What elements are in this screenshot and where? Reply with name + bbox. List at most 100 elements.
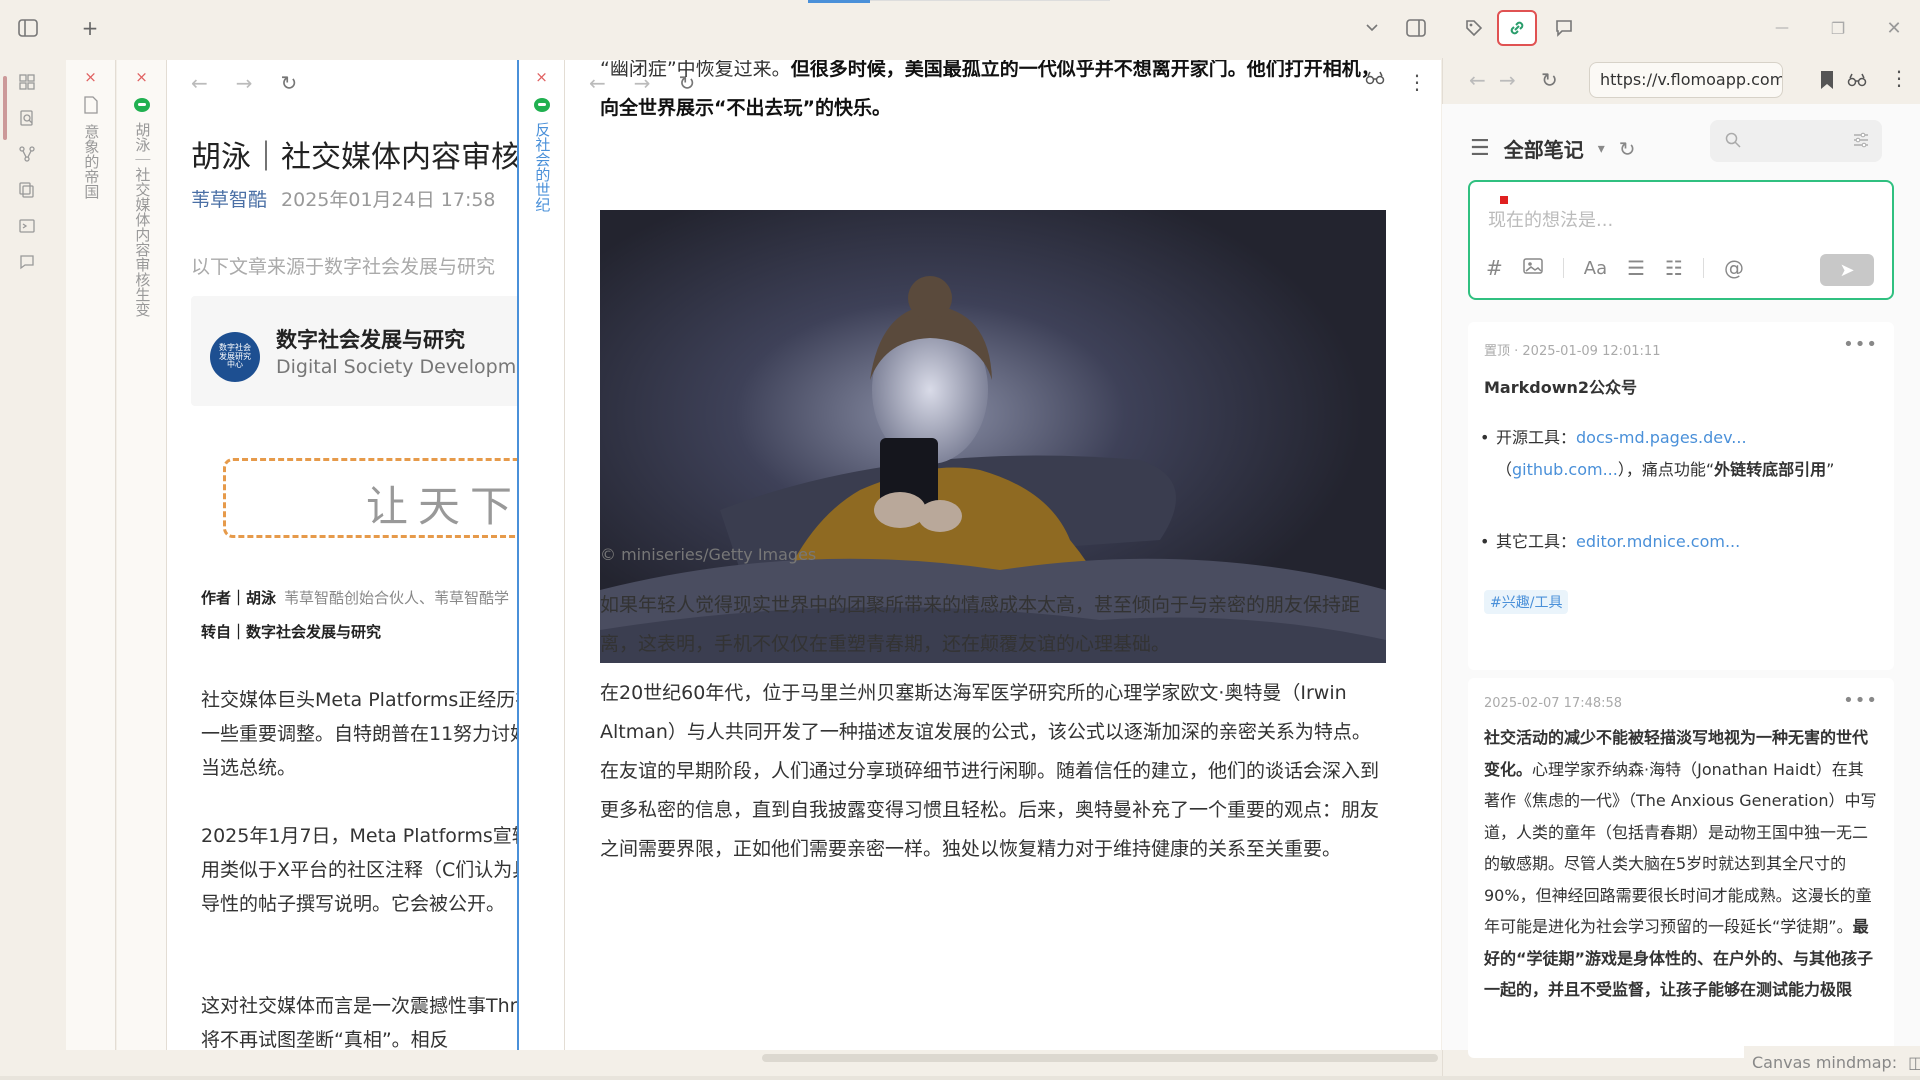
sidebar-toggle-icon[interactable] (14, 16, 42, 40)
mention-icon[interactable]: @ (1724, 256, 1744, 280)
horizontal-scrollbar[interactable] (762, 1054, 1438, 1062)
memo-text: 开源工具： (1496, 428, 1577, 447)
close-window-button[interactable]: ✕ (1882, 14, 1906, 42)
reader-mode-icon[interactable] (1847, 72, 1867, 92)
file-icon (83, 96, 99, 118)
article-pane-2: ← → ↻ ⋮ “幽闭症”中恢复过来。但很多时候，美国最孤立的一代似乎并不想离开… (565, 60, 1441, 1050)
chat-icon[interactable] (17, 252, 37, 272)
mindmap-icon: ◫ (1908, 1053, 1920, 1072)
memo-link[interactable]: editor.mdnice.com... (1576, 532, 1740, 551)
credit-author-role: 作者｜胡泳 (201, 589, 277, 607)
article-paragraph: 2025年1月7日，Meta Platforms宣转而采用类似于X平台的社区注释… (201, 825, 517, 915)
article-paragraph: 这对社交媒体而言是一次震撼性事Threads将不再试图垄断“真相”。相反 (201, 995, 517, 1050)
close-pane-button[interactable]: × (117, 68, 166, 86)
toolbar-divider (1562, 258, 1564, 278)
close-pane-button[interactable]: × (66, 68, 115, 86)
memo-text: 其它工具： (1496, 532, 1577, 551)
article-title: 胡泳｜社交媒体内容审核生 (191, 140, 517, 175)
forward-arrow-icon[interactable]: → (1499, 68, 1516, 92)
memo-editor-placeholder[interactable]: 现在的想法是... (1488, 206, 1613, 232)
banner-text: 让天下 (366, 482, 517, 531)
url-field[interactable]: https://v.flomoapp.com (1589, 62, 1783, 98)
image-icon[interactable] (1523, 256, 1543, 280)
canvas-mindmap-status[interactable]: Canvas mindmap: ◫ (1744, 1046, 1920, 1080)
flomo-panel: ☰ 全部笔记 ▾ ↻ 现在的想法是... # Aa ☰ ☷ @ ➤ 置顶 · 2… (1442, 104, 1920, 1058)
pane-spine-2[interactable]: × 胡泳｜社交媒体内容审核生变 (117, 60, 167, 1050)
layout-icon[interactable] (1402, 16, 1430, 40)
link-icon[interactable] (1497, 10, 1537, 46)
hamburger-menu-icon[interactable]: ☰ (1470, 136, 1490, 161)
chevron-down-icon[interactable]: ▾ (1598, 141, 1605, 157)
close-pane-button[interactable]: × (519, 68, 564, 86)
terminal-icon[interactable] (17, 216, 37, 236)
credit-source-text: 转自｜数字社会发展与研究 (201, 623, 382, 641)
copy-icon[interactable] (17, 180, 37, 200)
dashboard-icon[interactable] (17, 72, 37, 92)
pane-spine-3[interactable]: × 反社会的世纪 (517, 60, 565, 1050)
refresh-icon[interactable]: ↻ (1619, 137, 1636, 161)
memo-editor[interactable]: 现在的想法是... # Aa ☰ ☷ @ ➤ (1468, 180, 1894, 300)
pane-spine-1[interactable]: × 意象的帝国 (66, 60, 116, 1050)
pane-toolbar: ← → ↻ (167, 60, 517, 106)
reload-icon[interactable]: ↻ (281, 71, 298, 95)
new-tab-button[interactable]: + (78, 14, 102, 42)
numbered-list-icon[interactable]: ☷ (1665, 256, 1683, 280)
memo-bold-text: 外链转底部引用 (1714, 460, 1827, 479)
tag-icon[interactable] (1460, 14, 1488, 42)
back-arrow-icon[interactable]: ← (191, 71, 208, 95)
graph-icon[interactable] (17, 144, 37, 164)
search-input[interactable] (1710, 120, 1882, 162)
account-logo: 数字社会发展研究中心 (210, 332, 260, 382)
toolbar-divider (1702, 258, 1704, 278)
more-vertical-icon[interactable]: ⋮ (1889, 66, 1909, 90)
memo-body: 社交活动的减少不能被轻描淡写地视为一种无害的世代变化。心理学家乔纳森·海特（Jo… (1484, 722, 1878, 1006)
credit-author-desc: 苇草智酷创始合伙人、苇草智酷学 (284, 589, 510, 607)
wechat-icon (534, 98, 550, 112)
tab-strip-divider (870, 0, 1110, 1)
cursor-marker (1500, 196, 1508, 204)
minimize-button[interactable]: — (1770, 14, 1794, 42)
bullet-list-icon[interactable]: ☰ (1627, 256, 1645, 280)
filter-icon[interactable] (1852, 131, 1870, 153)
article-meta: 苇草智酷 2025年01月24日 17:58 (191, 185, 496, 212)
pane-vertical-title: 胡泳｜社交媒体内容审核生变 (133, 122, 152, 317)
account-card[interactable]: 数字社会发展研究中心 数字社会发展与研究 Digital Society Dev… (191, 296, 517, 406)
memo-link[interactable]: docs-md.pages.dev... (1576, 428, 1747, 447)
more-horizontal-icon[interactable]: ••• (1843, 334, 1878, 355)
source-note: 以下文章来源于数字社会发展与研究 (191, 256, 496, 278)
bookmark-icon[interactable] (1819, 70, 1835, 94)
memo-card[interactable]: 2025-02-07 17:48:58 ••• 社交活动的减少不能被轻描淡写地视… (1468, 678, 1894, 1058)
memo-tag[interactable]: #兴趣/工具 (1484, 590, 1569, 614)
more-horizontal-icon[interactable]: ••• (1843, 690, 1878, 711)
title-bar: + — ❐ ✕ (0, 0, 1920, 58)
comment-icon[interactable] (1550, 14, 1578, 42)
maximize-button[interactable]: ❐ (1826, 14, 1850, 42)
article-author[interactable]: 苇草智酷 (191, 189, 267, 211)
search-file-icon[interactable] (17, 108, 37, 128)
memo-list-item: • 开源工具：docs-md.pages.dev... （github.com.… (1480, 422, 1878, 486)
send-button[interactable]: ➤ (1820, 254, 1874, 286)
memo-text: ），痛点功能“ (1617, 460, 1715, 479)
bullet-dot: • (1480, 532, 1490, 551)
memo-timestamp: 置顶 · 2025-01-09 12:01:11 (1484, 344, 1661, 359)
memo-title: Markdown2公众号 (1484, 378, 1638, 397)
memo-card[interactable]: 置顶 · 2025-01-09 12:01:11 ••• Markdown2公众… (1468, 322, 1894, 670)
ribbon-scroll-indicator (3, 76, 7, 140)
credit-source: 转自｜数字社会发展与研究 (201, 621, 381, 642)
article-paragraph: 在20世纪60年代，位于马里兰州贝塞斯达海军医学研究所的心理学家欧文·奥特曼（I… (600, 682, 1380, 860)
account-name: 数字社会发展与研究 (276, 328, 465, 352)
back-arrow-icon[interactable]: ← (1469, 68, 1486, 92)
memo-link[interactable]: github.com... (1512, 460, 1618, 479)
status-strip (0, 1076, 1920, 1080)
credit-author: 作者｜胡泳 苇草智酷创始合伙人、苇草智酷学 (201, 587, 509, 608)
article-intro: “幽闭症”中恢复过来。但很多时候，美国最孤立的一代似乎并不想离开家门。他们打开相… (600, 60, 1386, 128)
text-format-icon[interactable]: Aa (1584, 258, 1607, 279)
more-vertical-icon[interactable]: ⋮ (1407, 70, 1427, 94)
pane-vertical-title: 反社会的世纪 (533, 122, 552, 212)
search-icon (1724, 131, 1742, 153)
chevron-down-icon[interactable] (1360, 16, 1384, 40)
hashtag-icon[interactable]: # (1486, 256, 1503, 280)
forward-arrow-icon[interactable]: → (236, 71, 253, 95)
reload-icon[interactable]: ↻ (1541, 68, 1558, 92)
notes-header-title[interactable]: 全部笔记 (1504, 134, 1584, 163)
